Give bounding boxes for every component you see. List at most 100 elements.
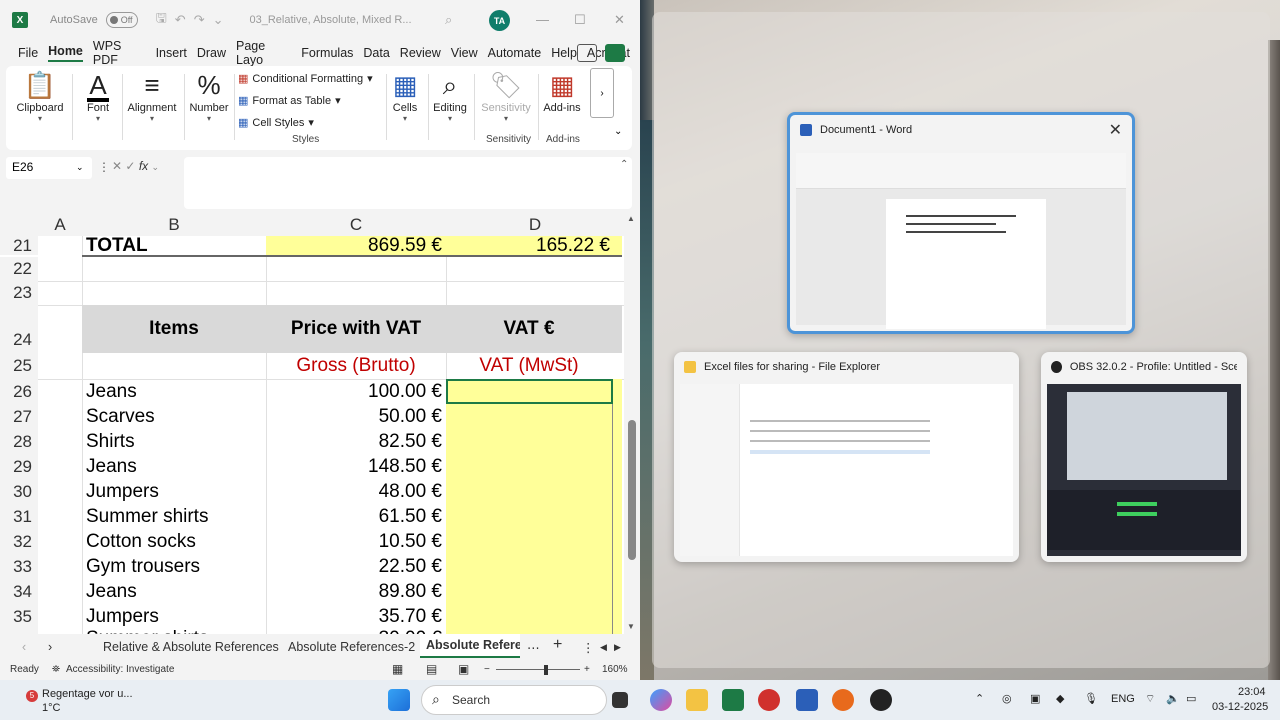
cell-d25[interactable]: VAT (MwSt) (446, 353, 612, 379)
cell-c32[interactable]: 10.50 € (266, 529, 446, 554)
taskview-word-window[interactable]: Document1 - Word ✕ (787, 112, 1135, 334)
confirm-icon[interactable]: ✓ (125, 159, 135, 173)
tab-automate[interactable]: Automate (488, 46, 542, 60)
page-break-view-icon[interactable]: ▣ (458, 662, 469, 676)
zoom-in-icon[interactable]: + (584, 664, 590, 675)
tab-review[interactable]: Review (400, 46, 441, 60)
sheet-tab-absolute-active[interactable]: Absolute Referen... (420, 634, 520, 658)
tab-wps-pdf[interactable]: WPS PDF (93, 39, 146, 67)
redo-icon[interactable]: ↷ (194, 12, 205, 28)
cell-b30[interactable]: Jumpers (86, 479, 159, 504)
scroll-down-icon[interactable]: ▼ (627, 622, 635, 631)
ribbon-more-icon[interactable]: › (590, 68, 614, 118)
dropbox-icon[interactable]: ◆ (1056, 692, 1064, 705)
number-group[interactable]: % Number ▾ (186, 70, 232, 123)
sheet-tab-absolute-2[interactable]: Absolute References-2 (288, 640, 415, 654)
insert-function-icon[interactable]: fx (139, 159, 148, 173)
cell-b24[interactable]: Items (82, 305, 266, 353)
copilot-icon[interactable] (650, 689, 672, 711)
tab-home[interactable]: Home (48, 44, 83, 62)
tab-help[interactable]: Help (551, 46, 577, 60)
tray-icon-2[interactable]: ▣ (1030, 692, 1040, 705)
row-header-23[interactable]: 23 (0, 281, 38, 305)
editing-group[interactable]: ⌕ Editing ▾ (430, 70, 470, 123)
cell-c34[interactable]: 89.80 € (266, 579, 446, 604)
cell-c33[interactable]: 22.50 € (266, 554, 446, 579)
row-header-22[interactable]: 22 (0, 257, 38, 281)
tab-data[interactable]: Data (363, 46, 389, 60)
row-header-24[interactable]: 24 (0, 305, 38, 353)
microphone-icon[interactable]: 🎙 (1084, 692, 1098, 705)
task-view-icon[interactable] (612, 692, 628, 708)
cell-b29[interactable]: Jeans (86, 454, 137, 479)
row-header-30[interactable]: 30 (0, 479, 38, 504)
clipboard-group[interactable]: 📋 Clipboard ▾ (16, 70, 64, 123)
normal-view-icon[interactable]: ▦ (392, 662, 403, 676)
maximize-icon[interactable]: ☐ (574, 12, 586, 28)
cell-c28[interactable]: 82.50 € (266, 429, 446, 454)
tab-insert[interactable]: Insert (156, 46, 187, 60)
taskbar-search[interactable]: ⌕ Search (421, 685, 607, 715)
scroll-up-icon[interactable]: ▲ (627, 214, 635, 223)
row-header-32[interactable]: 32 (0, 529, 38, 554)
cell-b26[interactable]: Jeans (86, 379, 137, 404)
sheet-tab-relative-absolute[interactable]: Relative & Absolute References (103, 640, 279, 654)
word-taskbar-icon[interactable] (796, 689, 818, 711)
tab-formulas[interactable]: Formulas (301, 46, 353, 60)
cell-b34[interactable]: Jeans (86, 579, 137, 604)
cell-b27[interactable]: Scarves (86, 404, 155, 429)
firefox-icon[interactable] (832, 689, 854, 711)
cancel-icon[interactable]: ✕ (112, 159, 122, 173)
language-indicator[interactable]: ENG (1111, 693, 1135, 705)
close-icon[interactable]: ✕ (1109, 120, 1122, 140)
row-header-29[interactable]: 29 (0, 454, 38, 479)
page-layout-view-icon[interactable]: ▤ (426, 662, 437, 676)
save-icon[interactable]: 🖫 (156, 9, 167, 31)
document-title[interactable]: 03_Relative, Absolute, Mixed R... (250, 14, 412, 26)
cell-d26-selected[interactable] (446, 379, 613, 404)
cell-styles-button[interactable]: ▦ Cell Styles ▾ (238, 116, 314, 130)
next-sheet-icon[interactable]: › (48, 640, 52, 654)
undo-icon[interactable]: ↶ (175, 12, 186, 28)
col-header-a[interactable]: A (38, 214, 82, 236)
cell-b33[interactable]: Gym trousers (86, 554, 200, 579)
tab-view[interactable]: View (451, 46, 478, 60)
wifi-icon[interactable]: ⌔ (1145, 692, 1155, 706)
row-header-26[interactable]: 26 (0, 379, 38, 404)
cell-b28[interactable]: Shirts (86, 429, 135, 454)
zoom-slider[interactable] (496, 669, 580, 670)
zoom-out-icon[interactable]: − (484, 664, 490, 675)
sensitivity-button[interactable]: 🏷 Sensitivity ▾ (478, 70, 534, 123)
row-header-33[interactable]: 33 (0, 554, 38, 579)
minimize-icon[interactable]: — (536, 12, 549, 27)
font-group[interactable]: A Font ▾ (78, 70, 118, 123)
accessibility-status[interactable]: Accessibility: Investigate (66, 664, 174, 675)
search-icon[interactable]: ⌕ (445, 12, 452, 28)
row-header-27[interactable]: 27 (0, 404, 38, 429)
collapse-formula-bar-icon[interactable]: ⌃ (620, 159, 628, 170)
cell-c24[interactable]: Price with VAT (266, 305, 446, 353)
comments-icon[interactable] (577, 44, 597, 62)
select-all-corner[interactable] (0, 214, 38, 236)
format-as-table-button[interactable]: ▦ Format as Table ▾ (238, 94, 341, 108)
scroll-tabs-right-icon[interactable]: ▶ (614, 642, 621, 653)
cell-c27[interactable]: 50.00 € (266, 404, 446, 429)
battery-icon[interactable]: ▭ (1186, 692, 1196, 705)
taskview-file-explorer-window[interactable]: Excel files for sharing - File Explorer (674, 352, 1019, 562)
cell-c29[interactable]: 148.50 € (266, 454, 446, 479)
alignment-group[interactable]: ≡ Alignment ▾ (122, 70, 182, 123)
clock-date[interactable]: 03-12-2025 (1212, 701, 1268, 713)
name-box-dropdown-icon[interactable]: ⌄ (76, 162, 84, 173)
cell-c31[interactable]: 61.50 € (266, 504, 446, 529)
taskview-obs-window[interactable]: OBS 32.0.2 - Profile: Untitled - Scen... (1041, 352, 1247, 562)
col-header-c[interactable]: C (266, 214, 446, 236)
cell-c25[interactable]: Gross (Brutto) (266, 353, 446, 379)
cell-b36[interactable]: Summer shirts (86, 626, 208, 634)
cell-c36[interactable]: 30.00 € (266, 626, 446, 634)
cell-c30[interactable]: 48.00 € (266, 479, 446, 504)
tab-page-layout[interactable]: Page Layo (236, 39, 291, 67)
tab-file[interactable]: File (18, 46, 38, 60)
cell-d21[interactable]: 165.22 € (446, 236, 622, 255)
cells-group[interactable]: ▦ Cells ▾ (388, 70, 422, 123)
row-header-21[interactable]: 21 (0, 236, 38, 255)
